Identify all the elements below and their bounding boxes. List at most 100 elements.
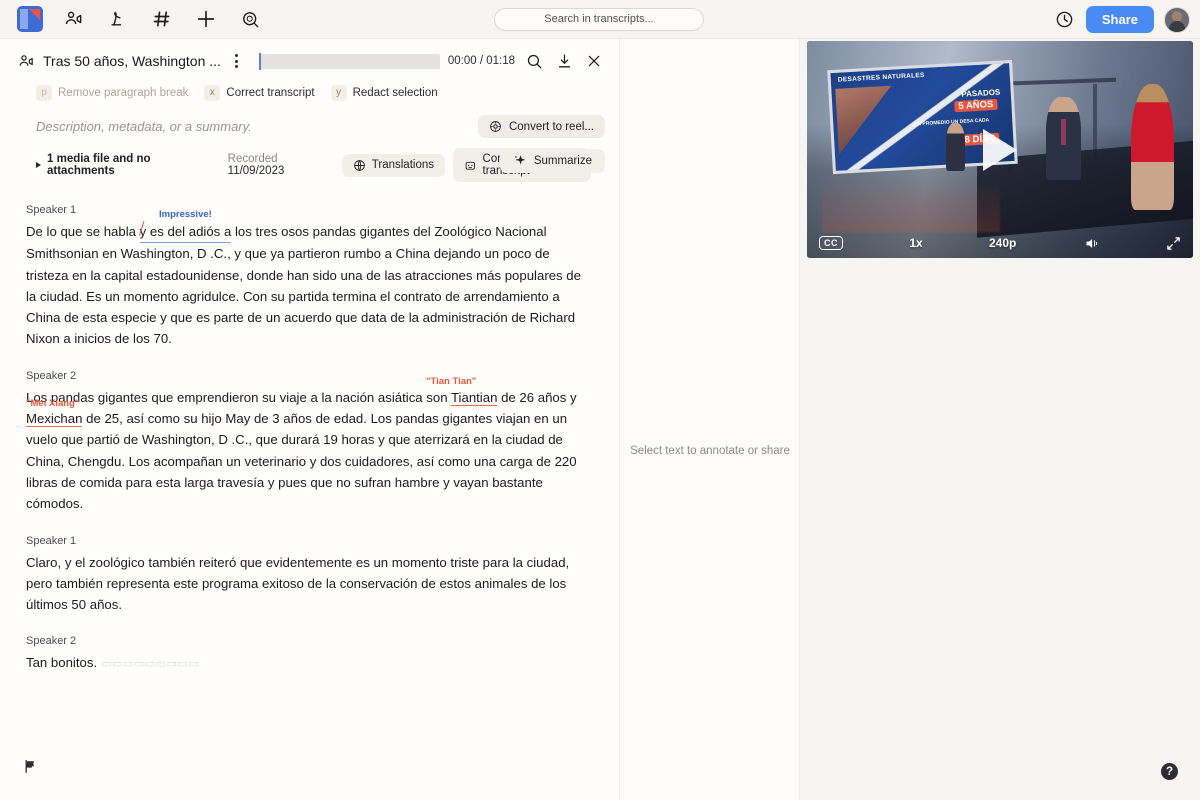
summarize-label: Summarize <box>533 155 592 167</box>
hash-icon <box>153 11 170 27</box>
document-menu-button[interactable] <box>229 52 245 70</box>
app-window: Search in transcripts... Share Tras 50 a… <box>0 0 1200 800</box>
main-area: Tras 50 años, Washington ... 00:00 / 01:… <box>0 39 1200 800</box>
document-header: Tras 50 años, Washington ... 00:00 / 01:… <box>0 39 619 182</box>
pen-tool-icon-button[interactable] <box>96 0 140 38</box>
toolbar-right-group: Share <box>1054 0 1190 39</box>
pen-tool-icon <box>111 12 122 26</box>
annotation-hint: Select text to annotate or share <box>630 445 790 457</box>
speaker-label: Speaker 1 <box>26 204 77 216</box>
search-input[interactable]: Search in transcripts... <box>494 8 704 31</box>
shortcut-key: p <box>36 84 52 101</box>
playback-progress-bar[interactable] <box>258 52 440 70</box>
toolbar-icon-group <box>0 0 272 38</box>
search-in-document-icon-button[interactable] <box>523 50 545 72</box>
annotated-span-tiantian[interactable]: Tiantian <box>450 389 498 406</box>
paragraph-text-before: De lo que se habla <box>26 224 140 239</box>
transcript-block: Speaker 1 Impressive! De lo que se habla… <box>26 204 589 350</box>
paragraph-text-mid: de 26 años y <box>497 389 577 405</box>
clock-icon <box>1057 11 1073 28</box>
placeholder-marker: ▭▭▭▭▭▭▭▭▭ <box>101 658 200 671</box>
shortcut-correct-transcript[interactable]: x Correct transcript <box>204 84 315 101</box>
title-row: Tras 50 años, Washington ... 00:00 / 01:… <box>18 49 605 73</box>
reel-icon <box>490 121 501 132</box>
hash-icon-button[interactable] <box>140 0 184 38</box>
recorded-label: Recorded <box>227 153 278 165</box>
globe-search-icon <box>242 11 258 27</box>
recorded-date: 11/09/2023 <box>227 165 285 177</box>
app-logo-icon <box>17 6 43 32</box>
translations-label: Translations <box>371 159 434 171</box>
translations-button[interactable]: Translations <box>341 153 445 177</box>
robot-icon <box>465 161 475 170</box>
playhead[interactable] <box>258 52 261 70</box>
page-title[interactable]: Tras 50 años, Washington ... <box>43 53 221 69</box>
timecode-display: 00:00 / 01:18 <box>447 55 515 67</box>
annotated-span-blue[interactable]: y es del adiós a <box>139 221 232 244</box>
convert-to-reel-label: Convert to reel... <box>508 120 594 133</box>
closed-captions-button[interactable]: CC <box>819 236 843 250</box>
transcript-body[interactable]: Speaker 1 Impressive! De lo que se habla… <box>0 182 619 676</box>
media-files-toggle[interactable]: 1 media file and no attachments <box>36 153 218 177</box>
volume-icon <box>1086 238 1097 248</box>
playback-speed-button[interactable]: 1x <box>909 236 922 250</box>
close-icon-button[interactable] <box>583 50 605 72</box>
paragraph-text-after: de 25, así como su hijo May de 3 años de… <box>26 411 577 512</box>
recorded-info: Recorded 11/09/2023 <box>228 153 334 177</box>
globe-search-icon-button[interactable] <box>228 0 272 38</box>
help-button[interactable]: ? <box>1161 763 1178 780</box>
app-logo-button[interactable] <box>8 0 52 38</box>
speaker-label: Speaker 2 <box>26 369 77 382</box>
video-player[interactable]: DESASTRES NATURALES PASADOS 5 AÑOS EN PR… <box>807 41 1193 258</box>
annotation-note-mei-xiang[interactable]: "Mei Xiang" <box>26 393 79 414</box>
shortcut-redact-selection[interactable]: y Redact selection <box>330 84 438 101</box>
play-button[interactable] <box>983 128 1017 171</box>
fullscreen-icon <box>1167 236 1180 250</box>
transcript-paragraph[interactable]: Claro, y el zoológico también reiteró qu… <box>26 552 589 616</box>
video-people-icon-button[interactable] <box>52 0 96 38</box>
paragraph-text-before: Tan bonitos. <box>26 655 98 671</box>
summarize-button[interactable]: Summarize <box>499 149 605 173</box>
shortcut-label: Correct transcript <box>226 86 315 99</box>
media-summary-label: 1 media file and no attachments <box>47 153 151 177</box>
shortcut-key: y <box>330 84 347 101</box>
video-people-icon <box>19 54 33 66</box>
shortcut-label: Remove paragraph break <box>58 86 189 99</box>
user-avatar[interactable] <box>1164 6 1190 33</box>
share-button[interactable]: Share <box>1085 5 1154 34</box>
shortcut-bar: p Remove paragraph break x Correct trans… <box>18 73 605 103</box>
fullscreen-button[interactable] <box>1166 236 1181 251</box>
search-input-wrapper: Search in transcripts... <box>494 8 704 31</box>
video-people-icon <box>65 11 82 25</box>
close-icon <box>588 55 600 67</box>
globe-icon <box>353 159 365 171</box>
annotation-note-tian-tian[interactable]: "Tian Tian" <box>426 371 476 392</box>
document-column: Tras 50 años, Washington ... 00:00 / 01:… <box>0 39 620 800</box>
reporter-figure <box>945 123 966 172</box>
paragraph-text-after: los tres osos pandas gigantes del Zoológ… <box>26 224 581 347</box>
annotation-column: Select text to annotate or share <box>620 39 800 800</box>
download-icon-button[interactable] <box>553 50 575 72</box>
transcript-paragraph[interactable]: "Tian Tian" "Mei Xiang" Los pandas gigan… <box>26 376 589 515</box>
transcript-paragraph[interactable]: Impressive! De lo que se habla y es del … <box>26 209 589 350</box>
paragraph-text-before: Los pandas gigantes que emprendieron su … <box>26 389 451 405</box>
volume-button[interactable] <box>1083 236 1100 251</box>
shortcut-remove-paragraph-break[interactable]: p Remove paragraph break <box>36 84 189 101</box>
video-column: DESASTRES NATURALES PASADOS 5 AÑOS EN PR… <box>800 39 1200 800</box>
transcript-block: Speaker 2 "Tian Tian" "Mei Xiang" Los pa… <box>26 370 589 515</box>
flag-button[interactable] <box>22 758 39 780</box>
plus-icon-button[interactable] <box>184 0 228 38</box>
floor-reflection <box>822 175 1000 232</box>
speaker-label: Speaker 2 <box>26 635 77 648</box>
studio-post <box>1092 84 1097 159</box>
shortcut-key: x <box>204 84 221 101</box>
convert-to-reel-button[interactable]: Convert to reel... <box>477 115 605 138</box>
top-toolbar: Search in transcripts... Share <box>0 0 1200 39</box>
transcript-paragraph[interactable]: Tan bonitos. ▭▭▭▭▭▭▭▭▭ <box>26 652 589 675</box>
history-clock-icon-button[interactable] <box>1054 9 1076 31</box>
flag-icon <box>25 760 35 773</box>
quality-button[interactable]: 240p <box>989 236 1016 250</box>
male-anchor-figure <box>1046 97 1082 180</box>
chevron-right-icon <box>36 162 41 168</box>
transcript-block: Speaker 1 Claro, y el zoológico también … <box>26 535 589 616</box>
